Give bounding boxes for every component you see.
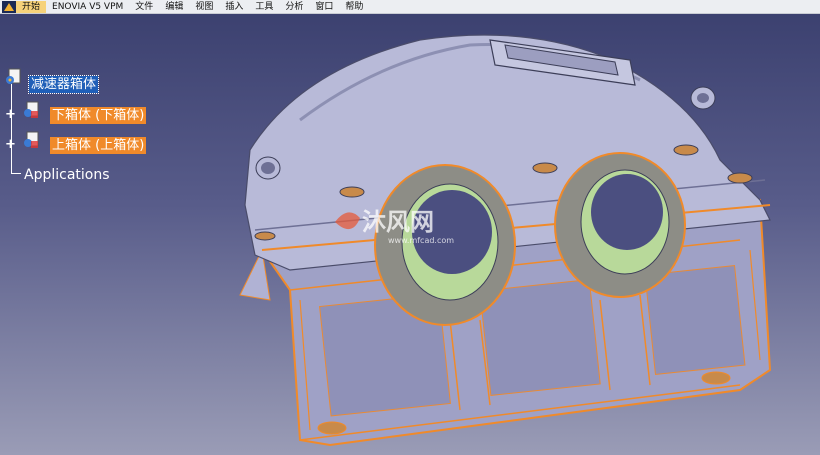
tree-connector-line — [11, 84, 12, 174]
expand-icon[interactable]: + — [5, 108, 16, 121]
product-icon[interactable] — [4, 68, 22, 88]
tree-node-applications[interactable]: Applications — [22, 167, 112, 184]
tree-root-label[interactable]: 减速器箱体 — [27, 75, 100, 94]
tree-node-lower-housing[interactable]: 下箱体 (下箱体) — [50, 107, 147, 124]
svg-text:沐风网: 沐风网 — [362, 208, 434, 236]
specification-tree: 减速器箱体 + 下箱体 (下箱体) + 上箱体 (上箱体) Applicatio… — [0, 60, 180, 200]
part-icon[interactable] — [22, 101, 40, 121]
part-icon[interactable] — [22, 131, 40, 151]
tree-node-upper-housing[interactable]: 上箱体 (上箱体) — [50, 137, 147, 154]
bearing-bore-left[interactable] — [374, 164, 516, 326]
tree-connector-line — [11, 173, 21, 174]
expand-icon[interactable]: + — [5, 138, 16, 151]
bearing-bore-right[interactable] — [554, 152, 686, 298]
svg-text:www.mfcad.com: www.mfcad.com — [388, 236, 454, 245]
